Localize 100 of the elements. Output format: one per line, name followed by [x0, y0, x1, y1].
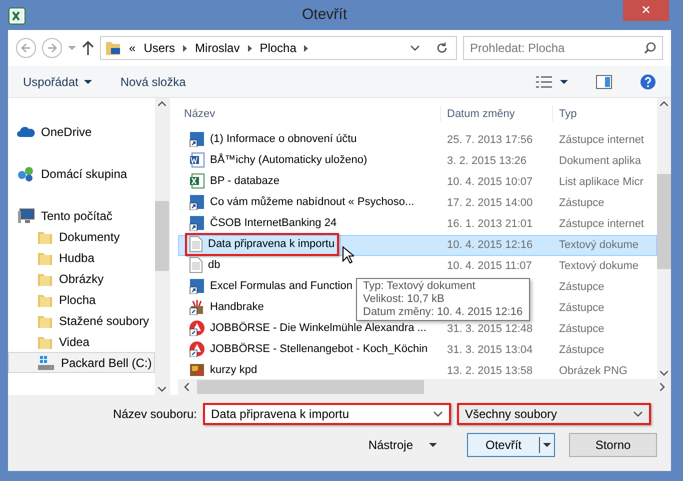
- file-item[interactable]: Excel Formulas and Function: [185, 275, 356, 298]
- file-item[interactable]: (1) Informace o obnovení účtu: [185, 128, 361, 151]
- spreadsheet-app-icon: [8, 7, 26, 25]
- type-text: Textový dokume: [559, 260, 638, 272]
- sidebar-item[interactable]: Packard Bell (C:): [8, 352, 155, 373]
- sidebar-item[interactable]: Hudba: [8, 247, 155, 268]
- image-file-icon: [189, 362, 205, 378]
- scrollbar-thumb[interactable]: [657, 174, 671, 269]
- command-button[interactable]: Uspořádat: [23, 72, 92, 90]
- refresh-icon: [436, 42, 448, 54]
- file-item[interactable]: db: [185, 254, 224, 277]
- computer-icon: [17, 208, 35, 224]
- type-text: Obrázek PNG: [559, 365, 628, 378]
- horizontal-scrollbar[interactable]: [178, 379, 671, 395]
- chevron-up-icon: [660, 101, 668, 106]
- cancel-button[interactable]: Storno: [569, 433, 657, 457]
- command-button[interactable]: Nová složka: [120, 72, 186, 90]
- date-text: 3. 2. 2015 13:26: [447, 155, 527, 168]
- back-button[interactable]: [16, 38, 36, 58]
- homegroup-icon: [17, 166, 35, 182]
- file-item[interactable]: JOBBÖRSE - Die Winkelmühle Alexandra ...: [185, 317, 430, 340]
- file-item[interactable]: Handbrake: [185, 296, 268, 319]
- sidebar-item[interactable]: Plocha: [8, 289, 155, 310]
- app-shortcut-icon: [189, 299, 205, 316]
- address-bar[interactable]: « Users Miroslav Plocha: [100, 36, 457, 60]
- filename-label: Název souboru:: [112, 406, 197, 423]
- tooltip-line: Velikost: 10,7 kB: [363, 293, 446, 306]
- file-item[interactable]: JOBBÖRSE - Stellenangebot - Koch_Köchin: [185, 338, 432, 361]
- date-text: 31. 3. 2015 12:48: [447, 323, 533, 336]
- sidebar-item[interactable]: Obrázky: [8, 268, 155, 289]
- caret-icon: [560, 80, 568, 84]
- open-button[interactable]: Otevřít: [467, 433, 555, 457]
- file-item[interactable]: BP - databaze: [185, 170, 284, 193]
- tooltip-line: Typ: Textový dokument: [363, 280, 476, 293]
- up-arrow-icon[interactable]: [82, 41, 94, 55]
- spreadsheet-icon: [189, 173, 205, 190]
- scrollbar-thumb[interactable]: [197, 380, 424, 394]
- date-text: 25. 7. 2013 17:56: [447, 134, 533, 146]
- window-title: Otevřít: [300, 4, 348, 25]
- file-item[interactable]: BÅ™ichy (Automaticky uloženo): [185, 149, 372, 172]
- scrollbar[interactable]: [155, 98, 169, 395]
- breadcrumb-item[interactable]: Users: [144, 39, 176, 57]
- type-text: Zástupce internet: [559, 218, 644, 230]
- chevron-up-icon: [158, 101, 166, 106]
- search-icon: [644, 42, 656, 54]
- date-text: 10. 4. 2015 12:16: [447, 239, 533, 252]
- date-text: 10. 4. 2015 10:07: [447, 176, 533, 188]
- warning-shortcut-icon: [189, 341, 205, 358]
- sidebar-item[interactable]: Domácí skupina: [8, 163, 155, 184]
- type-text: Zástupce internet: [559, 134, 644, 146]
- caret-icon: [543, 443, 551, 447]
- warning-shortcut-icon: [189, 320, 205, 336]
- type-text: Dokument aplika: [559, 155, 641, 168]
- sidebar-item[interactable]: Stažené soubory: [8, 310, 155, 331]
- sidebar-item[interactable]: Dokumenty: [8, 226, 155, 247]
- text-file-icon: [189, 257, 203, 274]
- date-text: 10. 4. 2015 11:07: [447, 260, 532, 272]
- caret-icon: [68, 46, 76, 50]
- cloud-icon: [17, 126, 35, 138]
- filename-field[interactable]: Data připravena k importu: [203, 403, 451, 425]
- breadcrumb-overflow[interactable]: «: [129, 39, 136, 57]
- date-text: 17. 2. 2015 14:00: [447, 197, 533, 210]
- sidebar-item[interactable]: Tento počítač: [8, 205, 155, 226]
- column-header[interactable]: Typ: [559, 108, 577, 120]
- column-header[interactable]: Datum změny: [447, 108, 515, 120]
- breadcrumb-item[interactable]: Miroslav: [195, 39, 240, 57]
- type-text: Zástupce: [559, 344, 604, 356]
- sidebar-item[interactable]: Videa: [8, 331, 155, 352]
- type-text: Zástupce: [559, 302, 604, 314]
- forward-button[interactable]: [42, 38, 62, 58]
- type-text: Zástupce: [559, 281, 604, 294]
- close-button[interactable]: ✕: [623, 0, 669, 21]
- file-item[interactable]: kurzy kpd: [185, 359, 262, 382]
- sidebar-item[interactable]: OneDrive: [8, 121, 155, 142]
- column-header[interactable]: Název: [184, 108, 216, 120]
- chevron-right-icon: [248, 44, 252, 52]
- scrollbar-thumb[interactable]: [155, 201, 169, 271]
- type-text: Textový dokume: [559, 239, 638, 252]
- chevron-down-icon: [410, 45, 420, 51]
- preview-pane-icon: [596, 74, 612, 88]
- breadcrumb-item[interactable]: Plocha: [260, 39, 296, 57]
- tools-button[interactable]: Nástroje: [362, 435, 443, 455]
- date-text: 13. 2. 2015 13:58: [447, 365, 533, 378]
- file-item[interactable]: ČSOB InternetBanking 24: [185, 212, 341, 235]
- search-field[interactable]: Prohledat: Plocha: [463, 36, 663, 60]
- view-list-icon: [536, 76, 552, 88]
- type-text: Zástupce: [559, 323, 604, 336]
- shortcut-icon: [189, 215, 205, 232]
- file-item[interactable]: Co vám můžeme nabídnout « Psychoso...: [185, 191, 418, 214]
- scrollbar[interactable]: [657, 98, 671, 379]
- type-text: List aplikace Micr: [559, 176, 644, 188]
- file-item[interactable]: Data připravena k importu: [185, 233, 339, 256]
- shortcut-icon: [189, 194, 205, 210]
- word-document-icon: [189, 152, 205, 168]
- type-text: Zástupce: [559, 197, 604, 210]
- file-type-dropdown[interactable]: Všechny soubory: [457, 403, 651, 425]
- chevron-left-icon: [184, 383, 189, 391]
- chevron-right-icon: [183, 44, 188, 52]
- help-icon: [640, 74, 656, 90]
- shortcut-icon: [189, 278, 205, 294]
